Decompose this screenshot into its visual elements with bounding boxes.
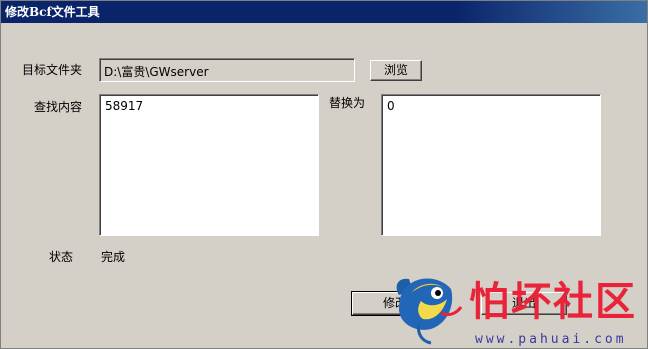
watermark-logo: 怕坏社区 www.pahuai.com [396,278,637,347]
dialog-window: 修改Bcf文件工具 目标文件夹 D:\富贵\GWserver 浏览 查找内容 5… [0,0,648,349]
watermark-url: www.pahuai.com [475,332,627,347]
find-label: 查找内容 [34,100,83,114]
window-title: 修改Bcf文件工具 [5,5,100,19]
fish-mascot-icon [396,278,463,345]
target-folder-label: 目标文件夹 [22,63,83,77]
title-bar[interactable]: 修改Bcf文件工具 [1,1,647,23]
replace-label: 替换为 [329,96,366,110]
status-value: 完成 [101,250,126,264]
browse-button[interactable]: 浏览 [370,60,422,81]
watermark-text: 怕坏社区 [469,279,637,325]
replace-textarea[interactable]: 0 [381,94,601,236]
target-folder-field[interactable]: D:\富贵\GWserver [99,58,355,82]
replace-value: 0 [387,99,395,113]
target-folder-value: D:\富贵\GWserver [104,65,209,79]
find-value: 58917 [105,99,144,113]
find-textarea[interactable]: 58917 [99,94,319,236]
status-label: 状态 [49,250,74,264]
